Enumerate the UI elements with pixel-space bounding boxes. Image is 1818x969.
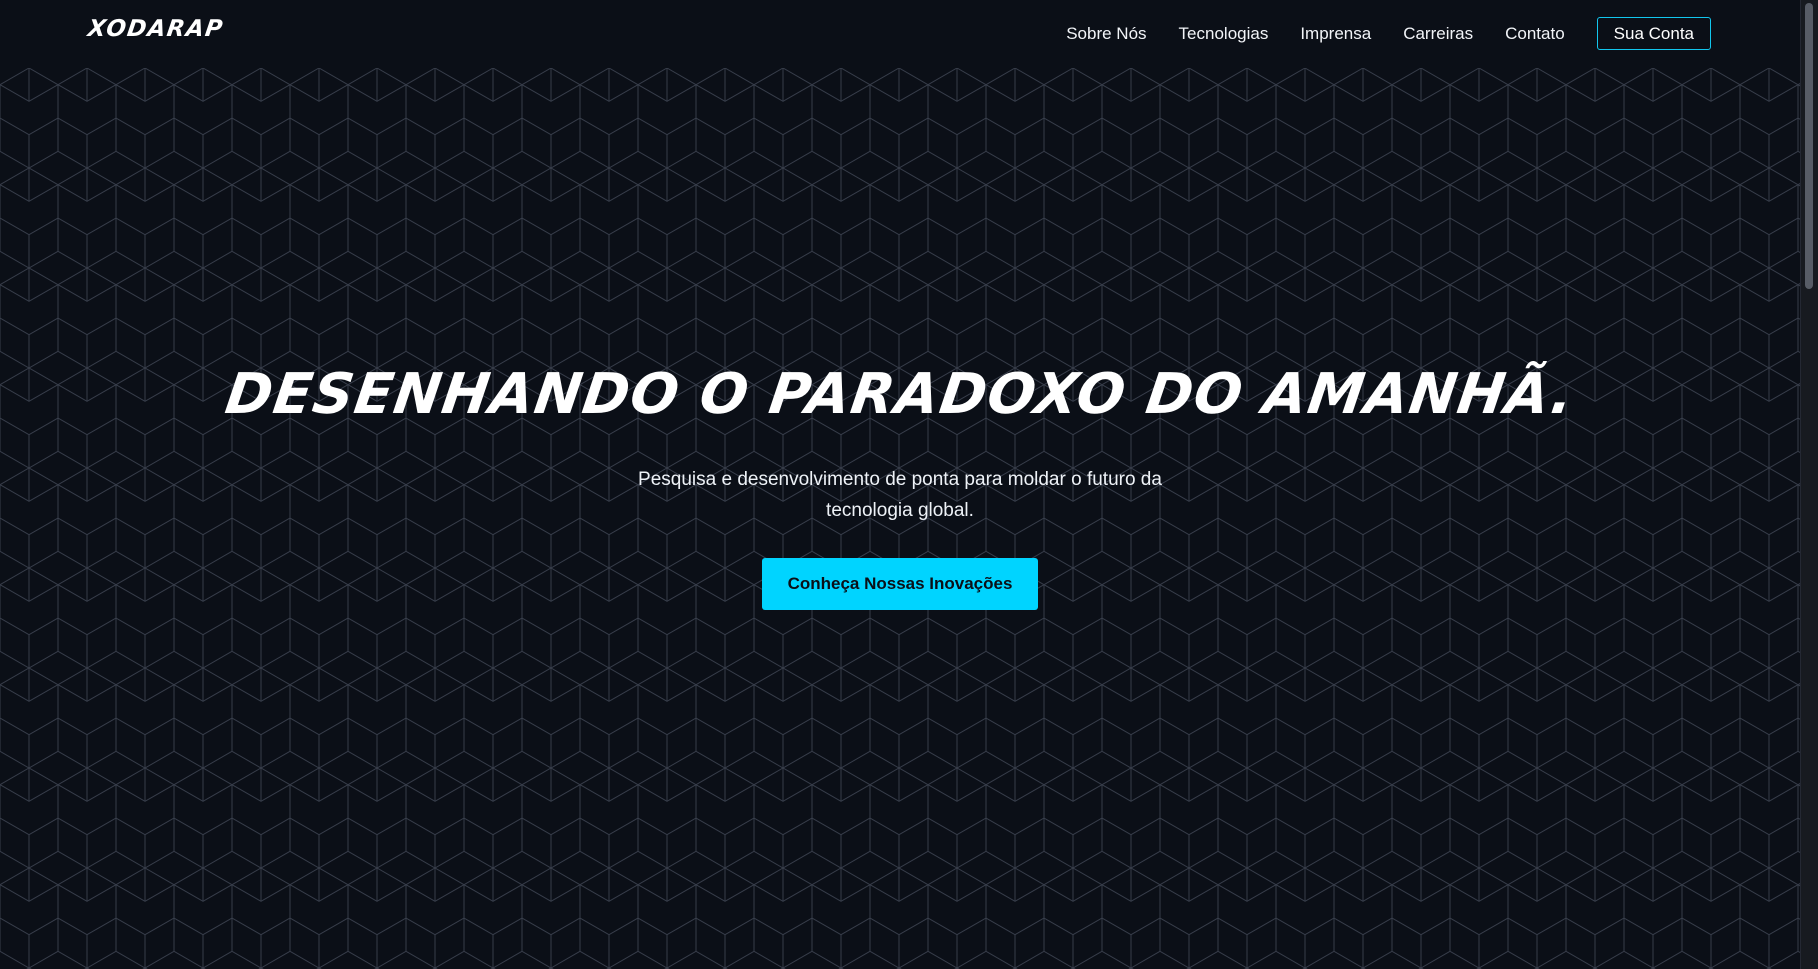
nav-link-tecnologias[interactable]: Tecnologias bbox=[1179, 17, 1269, 50]
hero-headline: DESENHANDO O PARADOXO DO AMANHÃ. bbox=[221, 362, 1579, 427]
hero-content: DESENHANDO O PARADOXO DO AMANHÃ. Pesquis… bbox=[0, 68, 1800, 969]
page-scrollbar[interactable] bbox=[1800, 0, 1818, 969]
hero-subtitle: Pesquisa e desenvolvimento de ponta para… bbox=[638, 469, 1162, 521]
nav-link-sobre-nos[interactable]: Sobre Nós bbox=[1066, 17, 1146, 50]
brand-logo[interactable]: XODARAP bbox=[86, 16, 225, 42]
landing-page: XODARAP Sobre Nós Tecnologias Imprensa C… bbox=[0, 0, 1818, 969]
discover-innovations-button[interactable]: Conheça Nossas Inovações bbox=[762, 558, 1038, 610]
nav-link-contato[interactable]: Contato bbox=[1505, 17, 1565, 50]
nav-link-carreiras[interactable]: Carreiras bbox=[1403, 17, 1473, 50]
account-button[interactable]: Sua Conta bbox=[1596, 17, 1711, 50]
scrollbar-thumb[interactable] bbox=[1805, 3, 1813, 289]
hero-section: DESENHANDO O PARADOXO DO AMANHÃ. Pesquis… bbox=[0, 68, 1800, 969]
nav-link-imprensa[interactable]: Imprensa bbox=[1300, 17, 1371, 50]
top-navigation-bar: XODARAP Sobre Nós Tecnologias Imprensa C… bbox=[0, 0, 1800, 68]
main-navigation: Sobre Nós Tecnologias Imprensa Carreiras… bbox=[1066, 17, 1711, 50]
